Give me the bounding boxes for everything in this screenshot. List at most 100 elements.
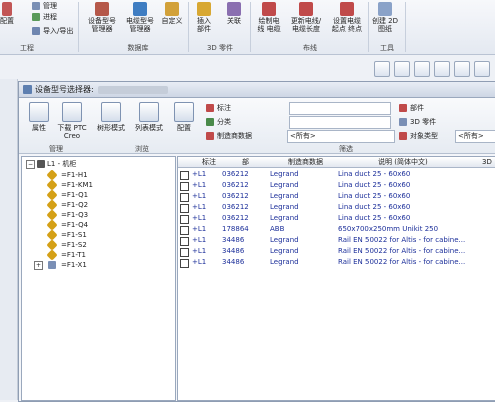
cable-type-manager-button[interactable]: 电缆型号 管理器 bbox=[122, 0, 158, 33]
tree-item[interactable]: =F1-Q3 bbox=[46, 209, 88, 221]
list-mode-button[interactable]: 列表模式 bbox=[133, 102, 165, 132]
download-icon bbox=[62, 102, 82, 122]
zoom-icon[interactable] bbox=[374, 61, 390, 77]
import-export-button[interactable]: 导入/导出 bbox=[32, 26, 73, 36]
view-shaded-icon[interactable] bbox=[454, 61, 470, 77]
group-separator bbox=[250, 2, 251, 52]
group-label-browse: 浏览 bbox=[135, 145, 149, 153]
list-mode-icon bbox=[139, 102, 159, 122]
group-separator bbox=[188, 2, 189, 52]
view-iso-icon[interactable] bbox=[434, 61, 450, 77]
tree-item[interactable]: =F1-H1 bbox=[46, 169, 88, 181]
tree-item[interactable]: =F1-S2 bbox=[46, 239, 87, 251]
maker-filter-select[interactable]: <所有> bbox=[287, 130, 395, 143]
table-row[interactable]: +L1 036212 Legrand Lina duct 25 - 60x60 bbox=[178, 180, 495, 191]
table-row[interactable]: +L1 34486 Legrand Rail EN 50022 for Altis -… bbox=[178, 246, 495, 257]
device-row-icon bbox=[180, 171, 189, 180]
objtype-filter-label: 对象类型 bbox=[399, 130, 438, 142]
tree-root[interactable]: − L1 - 机柜 bbox=[26, 159, 76, 169]
device-row-icon bbox=[180, 226, 189, 235]
part-filter-label: 部件 bbox=[399, 102, 424, 114]
table-row[interactable]: +L1 036212 Legrand Lina duct 25 - 60x60 bbox=[178, 202, 495, 213]
process-button[interactable]: 进程 bbox=[32, 12, 57, 22]
associate-icon bbox=[227, 2, 241, 16]
view-toolbar bbox=[0, 55, 495, 79]
left-side-panel bbox=[0, 79, 18, 400]
objtype-icon bbox=[399, 132, 407, 140]
insert-part-icon bbox=[197, 2, 211, 16]
tag-filter-field[interactable] bbox=[289, 102, 391, 115]
group-separator bbox=[368, 2, 369, 52]
col-header-tag[interactable]: 标注 bbox=[202, 157, 216, 167]
table-row[interactable]: +L1 036212 Legrand Lina duct 25 - 60x60 bbox=[178, 191, 495, 202]
group-label-tools: 工具 bbox=[380, 44, 394, 52]
tree-mode-button[interactable]: 树形模式 bbox=[95, 102, 127, 132]
set-cable-endpoints-button[interactable]: 设置电缆 起点 终点 bbox=[328, 0, 366, 33]
col-header-3d[interactable]: 3D bbox=[482, 157, 492, 167]
import-export-icon bbox=[32, 27, 40, 35]
table-row[interactable]: +L1 178864 ABB 650x700x250mm Unikit 250 bbox=[178, 224, 495, 235]
tag-icon bbox=[206, 104, 214, 112]
col-header-description[interactable]: 说明 (简体中文) bbox=[378, 157, 428, 167]
manage-button[interactable]: 管理 bbox=[32, 1, 57, 11]
device-type-manager-button[interactable]: 设备型号 管理器 bbox=[84, 0, 120, 33]
device-table: 标注 部 制造商数据 说明 (简体中文) 3D +L1 036212 Legrand… bbox=[177, 156, 495, 401]
part3d-icon bbox=[399, 118, 407, 126]
configure-button[interactable]: 配置 bbox=[0, 0, 14, 25]
dialog-titlebar[interactable]: 设备型号选择器: bbox=[19, 82, 495, 98]
table-row[interactable]: +L1 34486 Legrand Rail EN 50022 for Altis -… bbox=[178, 235, 495, 246]
view-cube-icon[interactable] bbox=[414, 61, 430, 77]
configure-view-icon bbox=[174, 102, 194, 122]
configure-view-button[interactable]: 配置 bbox=[171, 102, 197, 132]
custom-button[interactable]: 自定义 bbox=[158, 0, 186, 25]
create-2d-drawing-button[interactable]: 创建 2D 图纸 bbox=[370, 0, 400, 33]
tree-mode-icon bbox=[101, 102, 121, 122]
tree-item[interactable]: =F1-Q1 bbox=[46, 189, 88, 201]
col-header-maker[interactable]: 制造商数据 bbox=[288, 157, 323, 167]
tree-item[interactable]: =F1-S1 bbox=[46, 229, 87, 241]
group-label-3d-parts: 3D 零件 bbox=[206, 44, 234, 52]
tag-filter-label: 标注 bbox=[206, 102, 231, 114]
dialog-app-icon bbox=[23, 85, 32, 94]
class-icon bbox=[206, 118, 214, 126]
group-separator bbox=[78, 2, 79, 52]
maker-icon bbox=[206, 132, 214, 140]
insert-part-button[interactable]: 插入 部件 bbox=[192, 0, 216, 33]
tree-item[interactable]: =F1-KM1 bbox=[46, 179, 93, 191]
device-row-icon bbox=[180, 182, 189, 191]
tree-item[interactable]: + =F1-X1 bbox=[34, 260, 87, 270]
view-front-icon[interactable] bbox=[394, 61, 410, 77]
create-2d-icon bbox=[378, 2, 392, 16]
download-creo-button[interactable]: 下载 PTC Creo bbox=[55, 102, 89, 140]
table-row[interactable]: +L1 036212 Legrand Lina duct 25 - 60x60 bbox=[178, 169, 495, 180]
associate-button[interactable]: 关联 bbox=[222, 0, 246, 25]
group-label-wiring: 布线 bbox=[303, 44, 317, 52]
device-row-icon bbox=[180, 237, 189, 246]
objtype-filter-select[interactable]: <所有> bbox=[455, 130, 495, 143]
tree-item[interactable]: =F1-Q2 bbox=[46, 199, 88, 211]
cabinet-tree: − L1 - 机柜 =F1-H1 =F1-KM1 =F1-Q1 =F1-Q2 =… bbox=[21, 156, 176, 401]
tree-item[interactable]: =F1-T1 bbox=[46, 249, 86, 261]
tree-item[interactable]: =F1-Q4 bbox=[46, 219, 88, 231]
properties-button[interactable]: 属性 bbox=[25, 102, 53, 132]
device-row-icon bbox=[180, 204, 189, 213]
part3d-filter-label: 3D 零件 bbox=[399, 116, 436, 128]
class-filter-field[interactable] bbox=[289, 116, 391, 129]
update-length-button[interactable]: 更新电线/ 电缆长度 bbox=[286, 0, 326, 33]
table-header: 标注 部 制造商数据 说明 (简体中文) 3D bbox=[178, 157, 495, 168]
device-row-icon bbox=[180, 215, 189, 224]
expand-icon[interactable]: + bbox=[34, 260, 43, 270]
group-label-manage: 管理 bbox=[49, 145, 63, 153]
terminal-strip-icon bbox=[48, 261, 56, 269]
collapse-icon[interactable]: − bbox=[26, 159, 35, 169]
col-header-part[interactable]: 部 bbox=[242, 157, 249, 167]
draw-wire-button[interactable]: 绘制电 线 电缆 bbox=[254, 0, 284, 33]
device-row-icon bbox=[180, 193, 189, 202]
table-row[interactable]: +L1 036212 Legrand Lina duct 25 - 60x60 bbox=[178, 213, 495, 224]
device-row-icon bbox=[180, 248, 189, 257]
table-row[interactable]: +L1 34486 Legrand Rail EN 50022 for Altis -… bbox=[178, 257, 495, 268]
group-label-filter: 筛选 bbox=[339, 145, 353, 153]
custom-icon bbox=[165, 2, 179, 16]
view-axes-icon[interactable] bbox=[474, 61, 490, 77]
device-manager-icon bbox=[95, 2, 109, 16]
